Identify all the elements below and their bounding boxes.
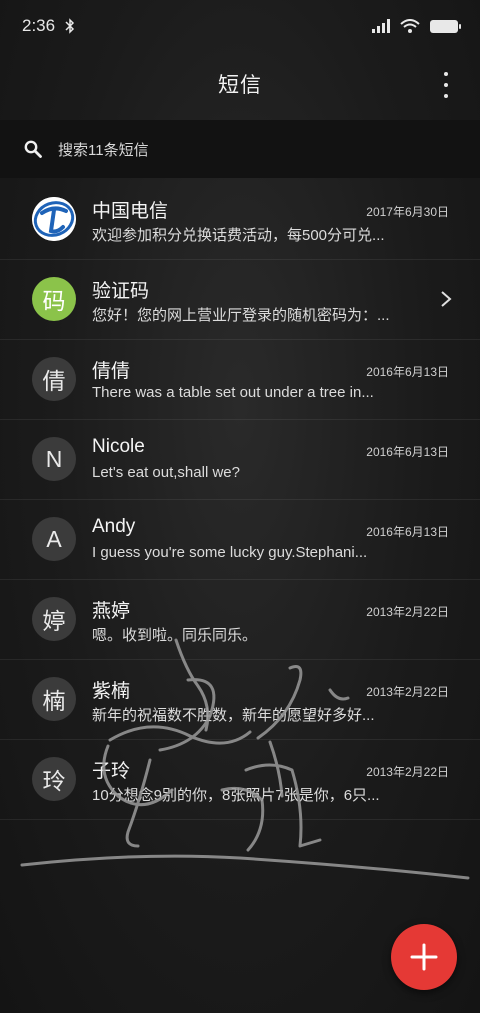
app-bar: 短信 <box>0 52 480 116</box>
china-telecom-logo-icon <box>32 197 76 241</box>
contact-name: 子玲 <box>92 761 131 782</box>
contact-name: 验证码 <box>92 281 150 302</box>
message-date: 2016年6月13日 <box>366 445 449 459</box>
conversation-item[interactable]: 倩 倩倩 2016年6月13日 There was a table set ou… <box>0 340 480 420</box>
conversation-item[interactable]: A Andy 2016年6月13日 I guess you're some lu… <box>0 500 480 580</box>
message-preview: 您好！您的网上营业厅登录的随机密码为：... <box>92 307 390 324</box>
conversation-item[interactable]: 中国电信 2017年6月30日 欢迎参加积分兑换话费活动，每500分可兑... <box>0 180 480 260</box>
avatar: 婷 <box>32 597 76 641</box>
message-date: 2013年2月22日 <box>366 685 449 699</box>
message-date: 2013年2月22日 <box>366 605 449 619</box>
conversation-item[interactable]: 婷 燕婷 2013年2月22日 嗯。收到啦。同乐同乐。 <box>0 580 480 660</box>
search-icon <box>24 140 42 158</box>
message-date: 2016年6月13日 <box>366 525 449 539</box>
conversation-item[interactable]: 楠 紫楠 2013年2月22日 新年的祝福数不胜数，新年的愿望好多好... <box>0 660 480 740</box>
contact-name: Nicole <box>92 436 145 457</box>
conversation-item[interactable]: 玲 子玲 2013年2月22日 10分想念9别的你，8张照片7张是你，6只... <box>0 740 480 820</box>
contact-name: Andy <box>92 516 136 537</box>
message-preview: 新年的祝福数不胜数，新年的愿望好多好... <box>92 707 375 724</box>
avatar: 倩 <box>32 357 76 401</box>
message-preview: 10分想念9别的你，8张照片7张是你，6只... <box>92 787 380 804</box>
avatar: A <box>32 517 76 561</box>
message-preview: Let's eat out,shall we? <box>92 464 240 481</box>
signal-icon <box>372 19 390 33</box>
search-bar[interactable]: 搜索11条短信 <box>0 120 480 178</box>
conversation-list: 中国电信 2017年6月30日 欢迎参加积分兑换话费活动，每500分可兑... … <box>0 180 480 820</box>
message-preview: 嗯。收到啦。同乐同乐。 <box>92 627 258 644</box>
avatar <box>32 197 76 241</box>
search-placeholder: 搜索11条短信 <box>58 141 149 159</box>
contact-name: 中国电信 <box>92 201 169 222</box>
status-time: 2:36 <box>22 16 56 35</box>
message-preview: There was a table set out under a tree i… <box>92 384 374 401</box>
message-date: 2016年6月13日 <box>366 365 449 379</box>
message-date: 2017年6月30日 <box>366 205 449 219</box>
page-title: 短信 <box>218 74 262 97</box>
bluetooth-icon <box>65 18 75 34</box>
status-bar: 2:36 <box>0 0 480 52</box>
message-preview: I guess you're some lucky guy.Stephani..… <box>92 544 368 561</box>
contact-name: 燕婷 <box>92 601 131 622</box>
battery-icon <box>430 19 461 33</box>
conversation-item[interactable]: 码 验证码 您好！您的网上营业厅登录的随机密码为：... <box>0 260 480 340</box>
avatar: 楠 <box>32 677 76 721</box>
message-date: 2013年2月22日 <box>366 765 449 779</box>
plus-icon <box>410 943 438 971</box>
avatar: 玲 <box>32 757 76 801</box>
avatar: 码 <box>32 277 76 321</box>
more-vertical-icon[interactable] <box>434 72 458 98</box>
message-preview: 欢迎参加积分兑换话费活动，每500分可兑... <box>92 227 385 244</box>
wifi-icon <box>400 19 420 33</box>
contact-name: 紫楠 <box>92 681 131 702</box>
conversation-item[interactable]: N Nicole 2016年6月13日 Let's eat out,shall … <box>0 420 480 500</box>
chevron-right-icon <box>441 291 452 307</box>
contact-name: 倩倩 <box>92 361 131 382</box>
avatar: N <box>32 437 76 481</box>
compose-button[interactable] <box>391 924 457 990</box>
